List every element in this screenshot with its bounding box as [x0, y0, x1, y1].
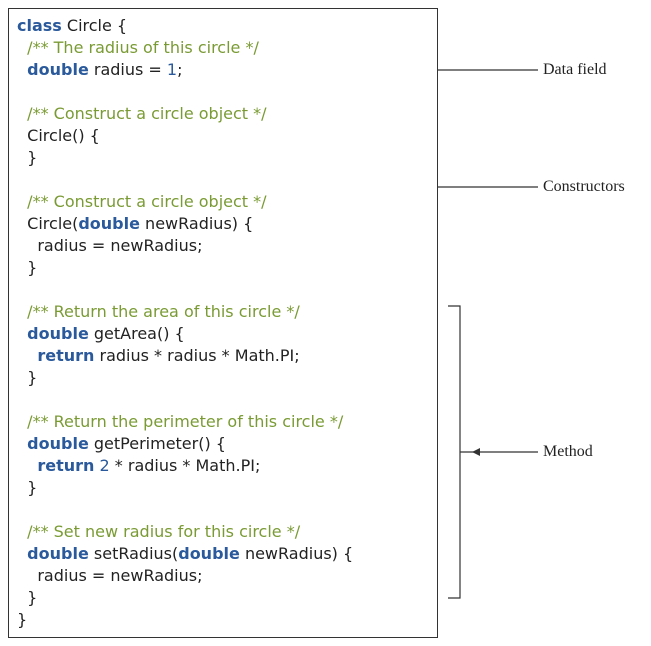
code-text: radius = newRadius;: [17, 566, 203, 585]
code-text: [17, 522, 27, 541]
label-data-field: Data field: [543, 61, 607, 79]
code-text: newRadius) {: [240, 544, 353, 563]
annotation-svg: [438, 8, 648, 628]
code-text: Circle() {: [17, 126, 100, 145]
code-text: Circle {: [62, 16, 127, 35]
code-text: radius =: [89, 60, 167, 79]
code-text: }: [17, 478, 37, 497]
comment: /** Construct a circle object */: [27, 104, 266, 123]
code-text: radius * radius * Math.PI;: [94, 346, 299, 365]
code-text: }: [17, 588, 37, 607]
annotation-panel: Data field Constructors Method: [438, 8, 643, 638]
label-constructors: Constructors: [543, 178, 625, 196]
code-text: }: [17, 368, 37, 387]
code-text: ;: [177, 60, 182, 79]
comment: /** Construct a circle object */: [27, 192, 266, 211]
code-text: [17, 456, 37, 475]
code-text: radius = newRadius;: [17, 236, 203, 255]
code-text: [17, 192, 27, 211]
code-text: [17, 38, 27, 57]
kw-double: double: [178, 544, 240, 563]
code-text: [17, 324, 27, 343]
comment: /** Return the area of this circle */: [27, 302, 300, 321]
code-text: [17, 434, 27, 453]
comment: /** Return the perimeter of this circle …: [27, 412, 343, 431]
kw-double: double: [27, 544, 89, 563]
code-text: [17, 412, 27, 431]
code-text: [17, 60, 27, 79]
code-text: [17, 346, 37, 365]
kw-double: double: [27, 434, 89, 453]
kw-double: double: [27, 324, 89, 343]
code-text: [17, 302, 27, 321]
literal: 2: [100, 456, 110, 475]
label-method: Method: [543, 443, 593, 461]
code-text: getPerimeter() {: [89, 434, 226, 453]
code-text: [17, 104, 27, 123]
kw-return: return: [37, 456, 94, 475]
code-listing: class Circle { /** The radius of this ci…: [17, 15, 429, 631]
code-text: * radius * Math.PI;: [110, 456, 261, 475]
code-text: Circle(: [17, 214, 78, 233]
code-text: [17, 544, 27, 563]
kw-class: class: [17, 16, 62, 35]
comment: /** Set new radius for this circle */: [27, 522, 300, 541]
code-text: getArea() {: [89, 324, 185, 343]
kw-return: return: [37, 346, 94, 365]
code-text: }: [17, 610, 27, 629]
kw-double: double: [27, 60, 89, 79]
code-box: class Circle { /** The radius of this ci…: [8, 8, 438, 638]
figure-wrapper: class Circle { /** The radius of this ci…: [8, 8, 643, 638]
code-text: }: [17, 148, 37, 167]
code-text: setRadius(: [89, 544, 178, 563]
comment: /** The radius of this circle */: [27, 38, 259, 57]
literal: 1: [167, 60, 177, 79]
kw-double: double: [78, 214, 140, 233]
code-text: }: [17, 258, 37, 277]
code-text: newRadius) {: [140, 214, 253, 233]
